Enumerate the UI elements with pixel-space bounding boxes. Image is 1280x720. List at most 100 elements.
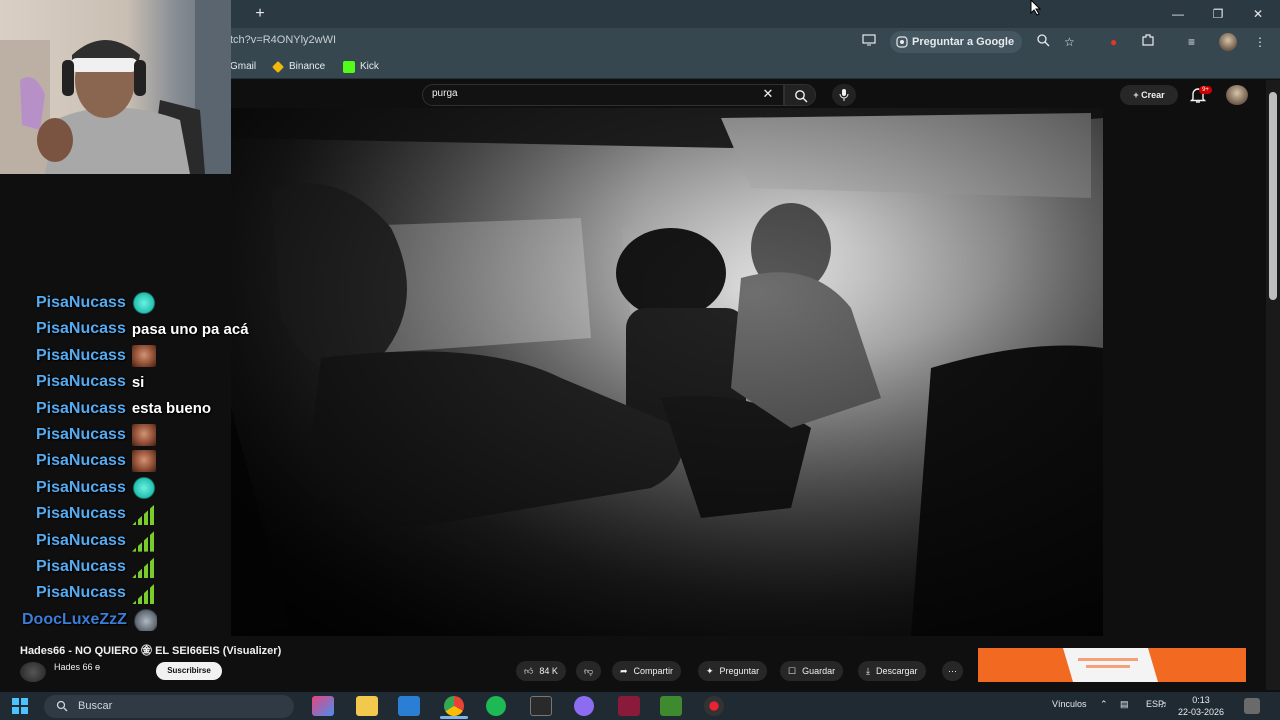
epic-games-icon[interactable] — [530, 696, 552, 716]
chat-text: pasa uno pa acá — [131, 320, 249, 338]
menu-dots-icon[interactable]: ⋮ — [1254, 33, 1266, 51]
secondary-column — [1103, 108, 1265, 636]
streamer-webcam — [0, 0, 231, 174]
chat-message: DoocLuxeZzZ — [0, 607, 157, 633]
clear-search-icon[interactable]: ✕ — [760, 86, 776, 102]
file-explorer-icon[interactable] — [356, 696, 378, 716]
chat-message: PisaNucass si — [0, 369, 144, 395]
youtube-account-avatar[interactable] — [1226, 85, 1248, 105]
save-button[interactable]: ☐ Guardar — [780, 661, 844, 681]
url-field[interactable]: tch?v=R4ONYly2wWI — [230, 34, 336, 46]
zoom-icon[interactable] — [1036, 33, 1050, 51]
taskbar-clock[interactable]: 0:13 22-03-2026 — [1176, 694, 1226, 718]
ad-banner-graphic — [978, 648, 1246, 682]
chat-message: PisaNucass — [0, 290, 156, 316]
webcam-frame-illustration — [0, 0, 231, 174]
chat-message: PisaNucass — [0, 580, 156, 606]
download-label: Descargar — [875, 666, 918, 676]
chrome-icon[interactable] — [444, 696, 464, 716]
plus-icon: + — [1133, 90, 1142, 100]
close-window-button[interactable]: ✕ — [1238, 3, 1278, 25]
ghost-emote-icon — [131, 292, 156, 314]
ask-google-button[interactable]: Preguntar a Google — [890, 31, 1023, 53]
kick-icon — [343, 61, 355, 73]
mouse-emote-icon — [132, 608, 157, 631]
search-button[interactable] — [784, 84, 816, 106]
chat-message: PisaNucass — [0, 448, 156, 474]
minecraft-icon[interactable] — [660, 696, 682, 716]
extension-icon[interactable]: ● — [1110, 33, 1117, 51]
share-button[interactable]: ➦ Compartir — [612, 661, 682, 681]
minimize-button[interactable]: — — [1158, 3, 1198, 25]
bookmark-gmail-label: Gmail — [230, 61, 257, 72]
voice-search-button[interactable] — [832, 84, 856, 106]
video-player[interactable] — [231, 108, 1103, 636]
extensions-puzzle-icon[interactable] — [1141, 33, 1155, 51]
like-button[interactable]: 👍︎ 84 K — [516, 661, 566, 681]
scrollbar-thumb[interactable] — [1269, 92, 1277, 300]
chat-username[interactable]: PisaNucass — [36, 532, 126, 550]
tray-network-icon[interactable]: ▤ — [1120, 699, 1129, 710]
new-tab-button[interactable]: + — [250, 4, 270, 24]
clock-time: 0:13 — [1192, 695, 1210, 705]
save-label: Guardar — [802, 666, 836, 676]
thumbs-down-icon: 👎︎ — [584, 666, 594, 676]
spotify-icon[interactable] — [486, 696, 506, 716]
subscribe-button[interactable]: Suscribirse — [156, 662, 222, 680]
chat-username[interactable]: PisaNucass — [36, 373, 126, 391]
bookmark-kick[interactable]: Kick — [343, 59, 379, 75]
dislike-button[interactable]: 👎︎ — [576, 661, 602, 681]
more-dots-icon: ⋯ — [948, 666, 957, 676]
chat-username[interactable]: PisaNucass — [36, 558, 126, 576]
chat-username[interactable]: PisaNucass — [36, 426, 126, 444]
install-app-icon[interactable] — [862, 33, 876, 51]
bars-emote-icon — [131, 503, 156, 526]
create-button[interactable]: + Crear — [1120, 85, 1178, 105]
thumbs-up-icon: 👍︎ — [524, 666, 534, 676]
chat-username[interactable]: PisaNucass — [36, 479, 126, 497]
share-label: Compartir — [633, 666, 674, 676]
video-title: Hades66 - NO QUIERO ㊎ EL SEI66EIS (Visua… — [20, 645, 282, 657]
chat-username[interactable]: PisaNucass — [36, 452, 126, 470]
share-icon: ➦ — [620, 666, 628, 676]
discord-icon[interactable] — [574, 696, 594, 716]
taskbar-app-icon-8[interactable] — [618, 696, 640, 716]
chat-message: PisaNucass — [0, 554, 156, 580]
media-controls-icon[interactable]: ≡ — [1188, 33, 1195, 51]
chat-username[interactable]: PisaNucass — [36, 347, 126, 365]
search-input[interactable] — [422, 84, 784, 106]
chat-message: PisaNucass — [0, 501, 156, 527]
channel-avatar[interactable] — [20, 662, 46, 682]
obs-icon[interactable] — [704, 696, 724, 716]
taskbar-app-icon-1[interactable] — [312, 696, 334, 716]
lens-icon — [896, 36, 908, 48]
restore-button[interactable]: ❐ — [1198, 3, 1238, 25]
tray-links-label[interactable]: Vínculos — [1052, 699, 1087, 709]
channel-name[interactable]: Hades 66 ɵ — [54, 662, 100, 672]
download-button[interactable]: ⤓ Descargar — [858, 661, 926, 681]
chat-message: PisaNucass — [0, 422, 156, 448]
chat-username[interactable]: DoocLuxeZzZ — [22, 611, 127, 629]
tray-volume-icon[interactable]: ♬ — [1160, 699, 1169, 709]
chat-username[interactable]: PisaNucass — [36, 505, 126, 523]
bookmark-binance[interactable]: Binance — [272, 59, 325, 75]
chat-username[interactable]: PisaNucass — [36, 400, 126, 418]
chat-username[interactable]: PisaNucass — [36, 584, 126, 602]
tray-chevron-icon[interactable]: ⌃ — [1100, 699, 1108, 710]
notification-center-icon[interactable] — [1244, 698, 1260, 714]
chat-message: PisaNucass — [0, 475, 156, 501]
chat-username[interactable]: PisaNucass — [36, 294, 126, 312]
profile-avatar[interactable] — [1219, 33, 1237, 51]
bookmark-star-icon[interactable]: ☆ — [1064, 33, 1075, 51]
mouse-cursor-icon — [1030, 0, 1042, 16]
ask-button[interactable]: ✦ Preguntar — [698, 661, 768, 681]
download-icon: ⤓ — [866, 666, 870, 676]
chat-username[interactable]: PisaNucass — [36, 320, 126, 338]
taskbar-app-icon-3[interactable] — [398, 696, 420, 716]
windows-start-icon[interactable] — [12, 698, 28, 714]
ad-banner[interactable] — [978, 648, 1246, 682]
create-label: Crear — [1141, 90, 1165, 100]
bookmark-gmail[interactable]: Gmail — [230, 59, 256, 75]
more-actions-button[interactable]: ⋯ — [942, 661, 963, 681]
like-count: 84 K — [539, 666, 558, 676]
